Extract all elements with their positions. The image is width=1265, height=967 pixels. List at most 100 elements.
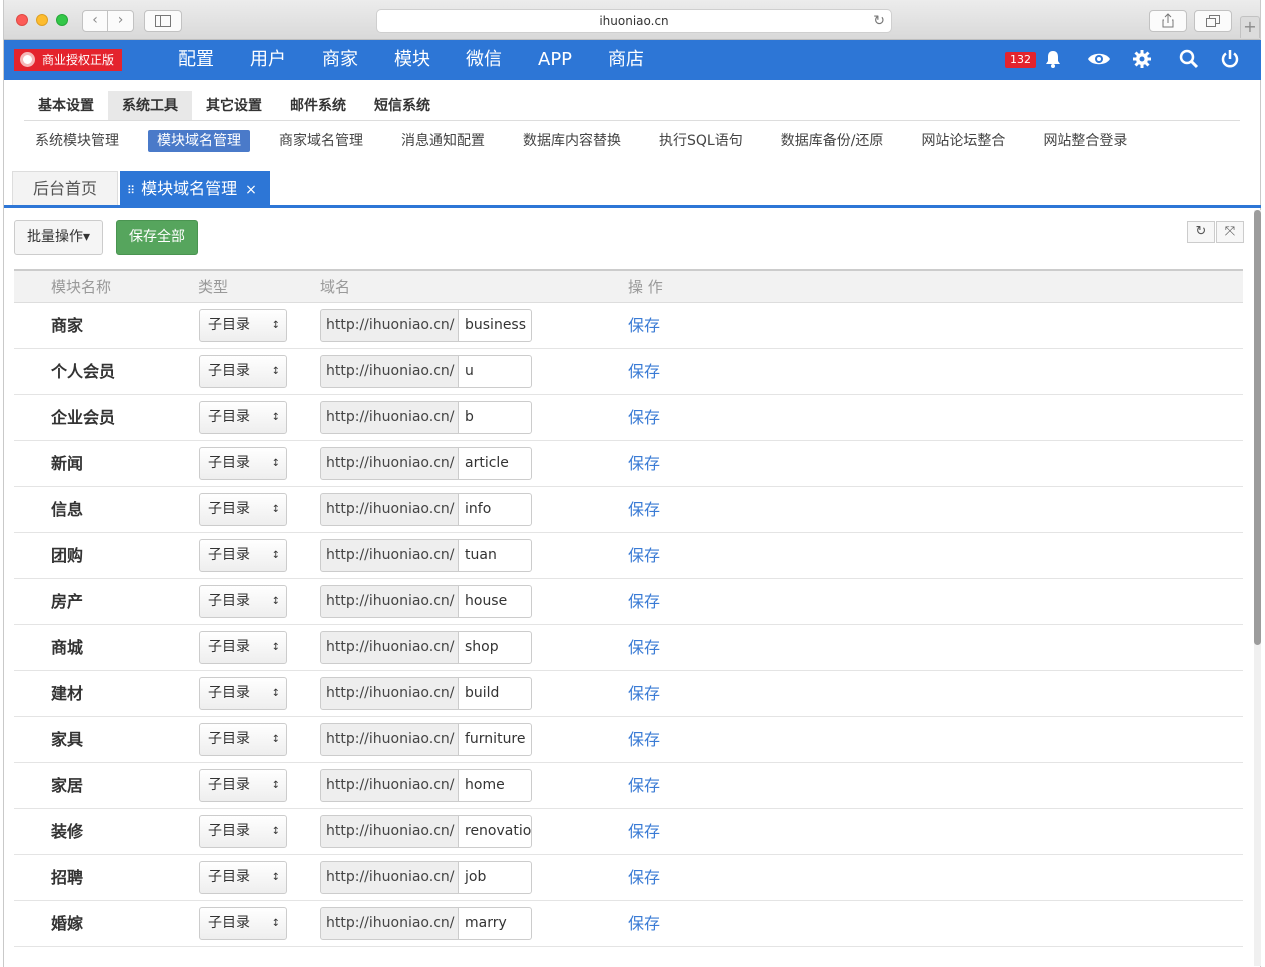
close-tab-icon[interactable]: × bbox=[245, 182, 257, 198]
subtab-system-tools[interactable]: 系统工具 bbox=[108, 91, 192, 120]
domain-input[interactable]: shop bbox=[458, 631, 532, 664]
tab-underline bbox=[4, 205, 1261, 208]
reload-icon[interactable]: ↻ bbox=[873, 10, 885, 32]
menu-item-modules[interactable]: 模块 bbox=[376, 40, 448, 80]
domain-prefix: http://ihuoniao.cn/ bbox=[320, 539, 459, 572]
page-tab-home[interactable]: 后台首页 bbox=[12, 171, 119, 206]
save-link[interactable]: 保存 bbox=[628, 717, 660, 763]
domain-input[interactable]: info bbox=[458, 493, 532, 526]
save-link[interactable]: 保存 bbox=[628, 579, 660, 625]
link-login-integration[interactable]: 网站整合登录 bbox=[1034, 130, 1136, 152]
type-select[interactable]: 子目录 ↕ bbox=[199, 723, 287, 756]
save-link[interactable]: 保存 bbox=[628, 349, 660, 395]
type-select-value: 子目录 bbox=[208, 823, 250, 839]
subtab-other-settings[interactable]: 其它设置 bbox=[192, 91, 276, 120]
page-tabs: 后台首页 ⠿ 模块域名管理 × bbox=[12, 171, 272, 206]
bell-icon[interactable] bbox=[1044, 49, 1062, 75]
type-select[interactable]: 子目录 ↕ bbox=[199, 769, 287, 802]
link-exec-sql[interactable]: 执行SQL语句 bbox=[650, 130, 752, 152]
subtab-mail-system[interactable]: 邮件系统 bbox=[276, 91, 360, 120]
sidebar-toggle-button[interactable] bbox=[144, 10, 182, 32]
type-select[interactable]: 子目录 ↕ bbox=[199, 861, 287, 894]
domain-prefix: http://ihuoniao.cn/ bbox=[320, 861, 459, 894]
domain-input[interactable]: home bbox=[458, 769, 532, 802]
save-link[interactable]: 保存 bbox=[628, 901, 660, 947]
save-link[interactable]: 保存 bbox=[628, 763, 660, 809]
refresh-button[interactable]: ↻ bbox=[1187, 221, 1215, 243]
page-tab-current[interactable]: ⠿ 模块域名管理 × bbox=[120, 171, 270, 206]
scrollbar-thumb[interactable] bbox=[1254, 210, 1261, 645]
domain-input[interactable]: article bbox=[458, 447, 532, 480]
save-link[interactable]: 保存 bbox=[628, 533, 660, 579]
domain-input[interactable]: business bbox=[458, 309, 532, 342]
eye-icon[interactable] bbox=[1087, 49, 1111, 75]
type-select[interactable]: 子目录 ↕ bbox=[199, 355, 287, 388]
link-db-replace[interactable]: 数据库内容替换 bbox=[514, 130, 630, 152]
domain-input[interactable]: b bbox=[458, 401, 532, 434]
minimize-window-button[interactable] bbox=[36, 14, 48, 26]
notification-count-badge[interactable]: 132 bbox=[1005, 52, 1036, 68]
subtab-basic-settings[interactable]: 基本设置 bbox=[24, 91, 108, 120]
type-select[interactable]: 子目录 ↕ bbox=[199, 677, 287, 710]
save-link[interactable]: 保存 bbox=[628, 303, 660, 349]
menu-item-app[interactable]: APP bbox=[520, 40, 590, 80]
domain-input[interactable]: renovation bbox=[458, 815, 532, 848]
save-link[interactable]: 保存 bbox=[628, 441, 660, 487]
fullscreen-button[interactable]: ⤧ bbox=[1216, 221, 1244, 243]
menu-item-store[interactable]: 商店 bbox=[590, 40, 662, 80]
link-merchant-domain[interactable]: 商家域名管理 bbox=[270, 130, 372, 152]
menu-item-config[interactable]: 配置 bbox=[160, 40, 232, 80]
domain-input[interactable]: job bbox=[458, 861, 532, 894]
type-select[interactable]: 子目录 ↕ bbox=[199, 447, 287, 480]
menu-item-merchants[interactable]: 商家 bbox=[304, 40, 376, 80]
type-select[interactable]: 子目录 ↕ bbox=[199, 907, 287, 940]
domain-input[interactable]: furniture bbox=[458, 723, 532, 756]
zoom-window-button[interactable] bbox=[56, 14, 68, 26]
menu-item-users[interactable]: 用户 bbox=[232, 40, 304, 80]
type-select[interactable]: 子目录 ↕ bbox=[199, 539, 287, 572]
save-link[interactable]: 保存 bbox=[628, 809, 660, 855]
table-row: 家居 子目录 ↕ http://ihuoniao.cn/home 保存 bbox=[14, 763, 1243, 809]
type-select[interactable]: 子目录 ↕ bbox=[199, 493, 287, 526]
address-bar[interactable]: ihuoniao.cn ↻ bbox=[376, 9, 892, 33]
show-tabs-button[interactable] bbox=[1194, 10, 1232, 32]
module-name: 团购 bbox=[51, 546, 84, 565]
link-notification-config[interactable]: 消息通知配置 bbox=[392, 130, 494, 152]
save-link[interactable]: 保存 bbox=[628, 855, 660, 901]
type-select[interactable]: 子目录 ↕ bbox=[199, 815, 287, 848]
table-body: 商家 子目录 ↕ http://ihuoniao.cn/business 保存 个人会员子… bbox=[14, 303, 1243, 947]
search-icon[interactable] bbox=[1179, 49, 1199, 75]
link-forum-integration[interactable]: 网站论坛整合 bbox=[912, 130, 1014, 152]
subtab-sms-system[interactable]: 短信系统 bbox=[360, 91, 444, 120]
domain-input[interactable]: u bbox=[458, 355, 532, 388]
save-link[interactable]: 保存 bbox=[628, 671, 660, 717]
forward-button[interactable]: › bbox=[108, 10, 134, 32]
save-link[interactable]: 保存 bbox=[628, 625, 660, 671]
page-tab-home-label: 后台首页 bbox=[33, 179, 98, 198]
type-select[interactable]: 子目录 ↕ bbox=[199, 401, 287, 434]
type-select[interactable]: 子目录 ↕ bbox=[199, 309, 287, 342]
domain-input[interactable]: marry bbox=[458, 907, 532, 940]
new-tab-button[interactable]: + bbox=[1240, 16, 1260, 38]
domain-input[interactable]: tuan bbox=[458, 539, 532, 572]
menu-item-wechat[interactable]: 微信 bbox=[448, 40, 520, 80]
table-row: 建材 子目录 ↕ http://ihuoniao.cn/build 保存 bbox=[14, 671, 1243, 717]
power-icon[interactable] bbox=[1220, 49, 1240, 75]
save-link[interactable]: 保存 bbox=[628, 487, 660, 533]
link-db-backup[interactable]: 数据库备份/还原 bbox=[772, 130, 893, 152]
module-name: 商家 bbox=[51, 316, 84, 335]
domain-input[interactable]: house bbox=[458, 585, 532, 618]
link-module-management[interactable]: 系统模块管理 bbox=[26, 130, 128, 152]
back-button[interactable]: ‹ bbox=[82, 10, 108, 32]
link-module-domain[interactable]: 模块域名管理 bbox=[148, 130, 250, 152]
gear-icon[interactable] bbox=[1132, 49, 1152, 75]
domain-input[interactable]: build bbox=[458, 677, 532, 710]
url-text: ihuoniao.cn bbox=[599, 14, 669, 28]
save-all-button[interactable]: 保存全部 bbox=[116, 220, 198, 255]
save-link[interactable]: 保存 bbox=[628, 395, 660, 441]
share-button[interactable] bbox=[1149, 10, 1187, 32]
type-select[interactable]: 子目录 ↕ bbox=[199, 631, 287, 664]
close-window-button[interactable] bbox=[16, 14, 28, 26]
type-select[interactable]: 子目录 ↕ bbox=[199, 585, 287, 618]
batch-operation-dropdown[interactable]: 批量操作▾ bbox=[14, 220, 104, 255]
